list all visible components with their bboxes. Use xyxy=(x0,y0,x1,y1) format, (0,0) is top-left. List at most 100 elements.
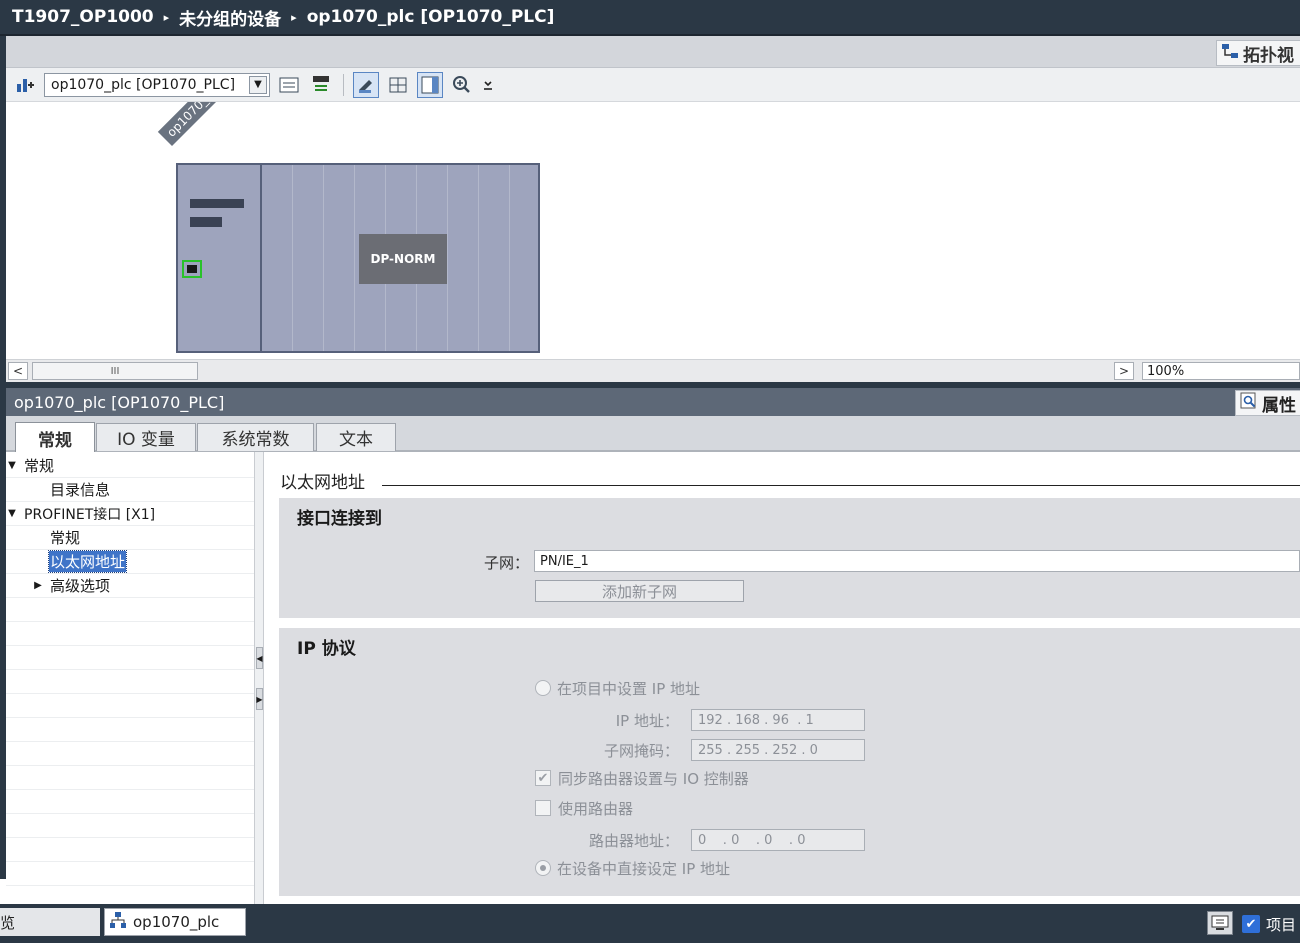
rack-slot-line xyxy=(292,165,293,351)
tree-splitter[interactable]: ◀ ▶ xyxy=(254,452,264,904)
tree-item-advanced-options[interactable]: ▶ 高级选项 xyxy=(6,574,254,598)
rack-slot-divider xyxy=(260,165,262,351)
zoom-dropdown-icon[interactable] xyxy=(481,72,495,98)
add-new-subnet-button[interactable]: 添加新子网 xyxy=(535,580,744,602)
tab-io-tags[interactable]: IO 变量 xyxy=(96,423,196,451)
chevron-down-icon[interactable]: ▼ xyxy=(249,75,267,94)
properties-title: op1070_plc [OP1070_PLC] xyxy=(14,392,225,412)
tab-system-constants[interactable]: 系统常数 xyxy=(197,423,314,451)
scroll-thumb[interactable]: III xyxy=(32,362,198,380)
device-editor-tab-label: op1070_plc xyxy=(133,913,220,931)
scroll-right-button[interactable]: > xyxy=(1114,362,1134,380)
router-address-field[interactable]: 0 . 0 . 0 . 0 xyxy=(691,829,865,851)
tree-item-ethernet-address[interactable]: 以太网地址 xyxy=(6,550,254,574)
dp-norm-module[interactable]: DP-NORM xyxy=(359,234,447,284)
section-title: 以太网地址 xyxy=(280,473,365,493)
collapse-left-icon[interactable]: ◀ xyxy=(256,647,263,669)
router-address-label: 路由器地址： xyxy=(588,832,679,850)
ip-protocol-group: IP 协议 在项目中设置 IP 地址 IP 地址： 192 . 168 . 96… xyxy=(279,628,1300,896)
zoom-level-field[interactable]: 100% xyxy=(1142,362,1300,380)
expand-right-icon[interactable]: ▶ xyxy=(256,688,263,710)
diagnostics-icon[interactable] xyxy=(1207,911,1233,935)
set-ip-on-device-label: 在设备中直接设定 IP 地址 xyxy=(557,860,731,878)
ip-address-label: IP 地址： xyxy=(615,712,679,730)
device-view-canvas[interactable]: op1070_p DP-NORM xyxy=(6,102,1300,359)
topology-view-tab[interactable]: 拓扑视 xyxy=(1216,40,1300,66)
properties-tab[interactable]: 属性 xyxy=(1235,390,1300,416)
tab-texts[interactable]: 文本 xyxy=(316,423,396,451)
set-ip-on-device-radio[interactable] xyxy=(535,860,551,876)
project-status[interactable]: ✔ 项目 xyxy=(1242,911,1300,937)
properties-content: 以太网地址 接口连接到 子网： PN/IE_1 添加新子网 IP 协议 在项目中… xyxy=(264,452,1300,904)
tab-general[interactable]: 常规 xyxy=(15,422,95,453)
tree-empty-row xyxy=(6,766,254,790)
ip-address-field[interactable]: 192 . 168 . 96 . 1 xyxy=(691,709,865,731)
profinet-port-icon[interactable] xyxy=(182,260,202,278)
device-editor-tab[interactable]: op1070_plc xyxy=(104,908,246,936)
rack-slot-line xyxy=(354,165,355,351)
tree-empty-row xyxy=(6,598,254,622)
module-labels-icon[interactable] xyxy=(353,71,379,98)
tree-item-label: 以太网地址 xyxy=(47,550,128,573)
group-title: IP 协议 xyxy=(297,639,356,659)
breadcrumb: T1907_OP1000 ▸ 未分组的设备 ▸ op1070_plc [OP10… xyxy=(0,0,1300,36)
tree-empty-row xyxy=(6,622,254,646)
rack-view-icon[interactable] xyxy=(276,72,302,98)
subnet-field[interactable]: PN/IE_1 xyxy=(534,550,1300,572)
show-names-icon[interactable] xyxy=(308,72,334,98)
breadcrumb-separator-icon: ▸ xyxy=(163,10,170,24)
overview-tab-label: 总览 xyxy=(0,913,16,932)
tree-item-label: 高级选项 xyxy=(50,577,111,595)
network-device-icon xyxy=(109,911,127,933)
use-router-checkbox[interactable] xyxy=(535,800,551,816)
properties-tab-label: 属性 xyxy=(1262,395,1296,416)
tree-empty-row xyxy=(6,862,254,886)
set-ip-in-project-label: 在项目中设置 IP 地址 xyxy=(557,680,701,698)
overview-tab[interactable]: 总览 xyxy=(0,908,100,936)
breadcrumb-project[interactable]: T1907_OP1000 xyxy=(12,7,154,27)
section-rule xyxy=(382,485,1300,486)
group-title: 接口连接到 xyxy=(297,509,382,529)
subnet-mask-label: 子网掩码： xyxy=(603,742,679,760)
subnet-label: 子网： xyxy=(483,554,529,572)
tree-empty-row xyxy=(6,646,254,670)
tree-empty-row xyxy=(6,814,254,838)
tree-item-profinet-interface[interactable]: ▼ PROFINET接口 [X1] xyxy=(6,502,254,526)
tree-item-catalog-info[interactable]: 目录信息 xyxy=(6,478,254,502)
expanded-triangle-icon[interactable]: ▼ xyxy=(6,508,18,519)
tree-item-general[interactable]: ▼ 常规 xyxy=(6,454,254,478)
subnet-mask-field[interactable]: 255 . 255 . 252 . 0 xyxy=(691,739,865,761)
tree-empty-row xyxy=(6,742,254,766)
tree-item-label: 常规 xyxy=(50,529,81,547)
tree-item-label: PROFINET接口 [X1] xyxy=(24,506,156,523)
properties-magnifier-icon xyxy=(1240,392,1258,415)
overview-panel-icon[interactable] xyxy=(417,71,443,98)
breadcrumb-device[interactable]: op1070_plc [OP1070_PLC] xyxy=(307,7,555,27)
set-ip-in-project-radio[interactable] xyxy=(535,680,551,696)
zoom-in-icon[interactable] xyxy=(449,72,475,98)
tree-item-interface-general[interactable]: 常规 xyxy=(6,526,254,550)
breadcrumb-group[interactable]: 未分组的设备 xyxy=(179,5,281,30)
cpu-indicator-bar xyxy=(190,217,222,227)
expanded-triangle-icon[interactable]: ▼ xyxy=(6,460,18,471)
topology-icon xyxy=(1221,42,1239,65)
plc-rack[interactable]: DP-NORM xyxy=(176,163,540,353)
status-bar: 总览 op1070_plc ✔ 项目 xyxy=(0,904,1300,943)
canvas-horizontal-scrollbar[interactable]: < III > 100% xyxy=(6,359,1300,382)
breadcrumb-separator-icon: ▸ xyxy=(291,10,297,24)
use-router-label: 使用路由器 xyxy=(558,800,634,818)
device-select-dropdown[interactable]: op1070_plc [OP1070_PLC] ▼ xyxy=(44,72,270,97)
scroll-left-button[interactable]: < xyxy=(8,362,28,380)
sync-router-label: 同步路由器设置与 IO 控制器 xyxy=(558,770,749,788)
view-switch-strip: 拓扑视 xyxy=(6,36,1300,68)
collapsed-triangle-icon[interactable]: ▶ xyxy=(32,580,44,591)
sync-router-checkbox[interactable]: ✔ xyxy=(535,770,551,786)
interface-connection-group: 接口连接到 子网： PN/IE_1 添加新子网 xyxy=(279,498,1300,618)
grid-icon[interactable] xyxy=(385,72,411,98)
rack-slot-line xyxy=(509,165,510,351)
device-toolbar: op1070_plc [OP1070_PLC] ▼ xyxy=(6,68,1300,102)
rack-name-tag[interactable]: op1070_p xyxy=(157,102,236,146)
network-config-icon[interactable] xyxy=(12,72,38,98)
tree-empty-row xyxy=(6,790,254,814)
properties-header: op1070_plc [OP1070_PLC] 属性 xyxy=(6,388,1300,416)
